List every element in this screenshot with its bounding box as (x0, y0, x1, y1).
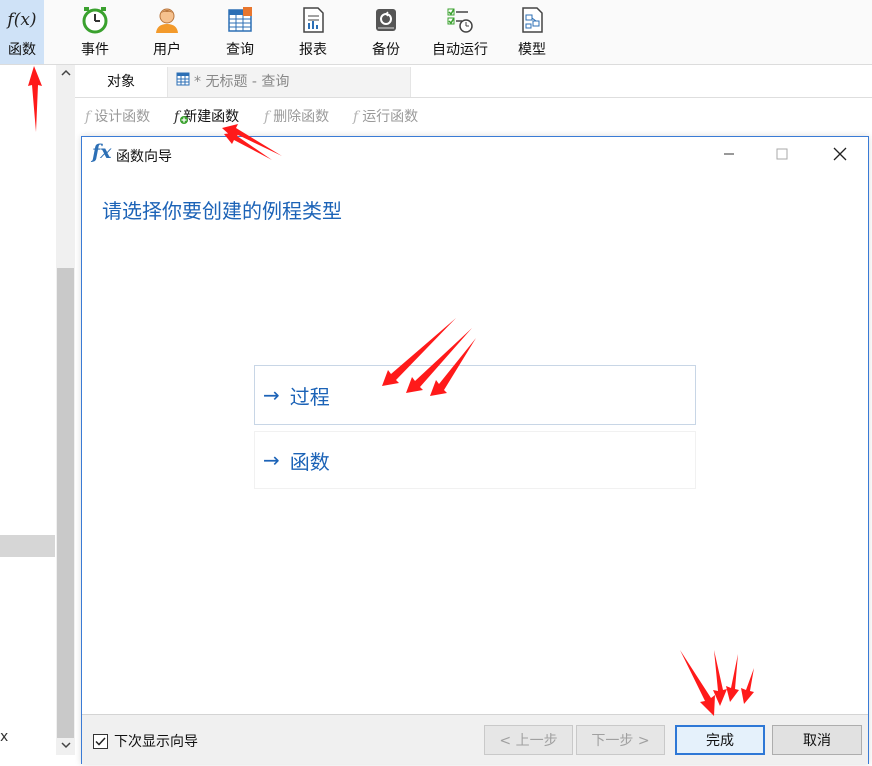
tree-scrollbar[interactable] (56, 65, 75, 755)
tab-objects[interactable]: 对象 (75, 67, 167, 97)
auto-run-icon (445, 5, 475, 35)
maximize-icon (776, 148, 788, 160)
scroll-up-icon[interactable] (56, 65, 75, 83)
clock-icon (80, 5, 110, 35)
ribbon-label-query: 查询 (226, 42, 254, 58)
ribbon-label-event: 事件 (81, 42, 109, 58)
tab-untitled-query[interactable]: * 无标题 - 查询 (167, 67, 411, 97)
ribbon-label-report: 报表 (299, 42, 327, 58)
arrow-right-icon: → (263, 383, 280, 407)
function-wizard-dialog: fx 函数向导 请选择你要创建的例程类型 → 过程 → 函数 下次显示向导 < … (81, 136, 869, 764)
run-function-label: 运行函数 (362, 109, 419, 125)
wizard-heading: 请选择你要创建的例程类型 (102, 199, 342, 223)
option-procedure[interactable]: → 过程 (254, 365, 696, 425)
tree-selected-row[interactable] (0, 535, 55, 557)
ribbon-user-button[interactable]: 用户 (145, 0, 189, 64)
function-toolbar: f 设计函数 f 新建函数 f 删除函数 f 运行函数 (75, 100, 872, 134)
maximize-button[interactable] (759, 137, 805, 171)
model-icon (517, 5, 547, 35)
design-function-icon: f (85, 109, 91, 125)
ribbon-label-auto-run: 自动运行 (432, 42, 488, 58)
new-function-icon: f (174, 107, 188, 127)
ribbon-event-button[interactable]: 事件 (72, 0, 118, 64)
ribbon-toolbar: f(x) 函数 事件 用户 查询 报表 备份 自动运行 模型 (0, 0, 872, 65)
ribbon-function-button[interactable]: f(x) 函数 (0, 0, 44, 64)
show-wizard-label: 下次显示向导 (114, 734, 198, 750)
run-function-button[interactable]: f 运行函数 (353, 107, 418, 127)
delete-function-icon: f (264, 109, 270, 125)
design-function-button[interactable]: f 设计函数 (85, 107, 150, 127)
ribbon-backup-button[interactable]: 备份 (364, 0, 408, 64)
delete-function-button[interactable]: f 删除函数 (264, 107, 329, 127)
ribbon-label-backup: 备份 (372, 42, 400, 58)
checkbox-checked-icon[interactable] (93, 733, 108, 749)
user-icon (152, 5, 182, 35)
option-function-label: 函数 (289, 449, 330, 474)
minimize-button[interactable] (706, 137, 752, 171)
ribbon-report-button[interactable]: 报表 (291, 0, 335, 64)
arrow-right-icon: → (263, 448, 280, 472)
fx-icon: fx (92, 141, 112, 163)
query-table-icon (176, 67, 190, 97)
ribbon-query-button[interactable]: 查询 (218, 0, 262, 64)
ribbon-auto-run-button[interactable]: 自动运行 (428, 0, 492, 64)
backup-icon (371, 5, 401, 35)
ribbon-model-button[interactable]: 模型 (510, 0, 554, 64)
next-step-button[interactable]: 下一步 > (576, 725, 665, 755)
scroll-down-icon[interactable] (56, 737, 75, 755)
new-function-label: 新建函数 (183, 109, 240, 125)
object-tree-pane: x (0, 65, 56, 766)
new-function-button[interactable]: f 新建函数 (174, 107, 239, 127)
minimize-icon (724, 153, 734, 155)
report-icon (298, 5, 328, 35)
tree-partial-text: x (0, 729, 9, 745)
finish-button[interactable]: 完成 (675, 725, 765, 755)
query-table-icon (225, 5, 255, 35)
design-function-label: 设计函数 (94, 109, 151, 125)
option-procedure-label: 过程 (289, 384, 330, 409)
close-icon (833, 147, 847, 161)
dialog-titlebar[interactable]: fx 函数向导 (82, 137, 868, 171)
scrollbar-thumb[interactable] (57, 268, 74, 738)
ribbon-label-model: 模型 (518, 42, 546, 58)
dialog-title: 函数向导 (116, 149, 172, 165)
cancel-button[interactable]: 取消 (772, 725, 862, 755)
function-icon: f(x) (7, 10, 37, 30)
show-wizard-checkbox[interactable]: 下次显示向导 (93, 731, 198, 751)
close-button[interactable] (817, 137, 863, 171)
option-function[interactable]: → 函数 (254, 431, 696, 489)
run-function-icon: f (353, 109, 359, 125)
ribbon-label-user: 用户 (153, 42, 181, 58)
ribbon-label-function: 函数 (8, 42, 36, 58)
dialog-footer: 下次显示向导 < 上一步 下一步 > 完成 取消 (82, 714, 868, 764)
tab-bar: 对象 * 无标题 - 查询 (75, 65, 872, 98)
delete-function-label: 删除函数 (273, 109, 330, 125)
previous-step-button[interactable]: < 上一步 (484, 725, 573, 755)
tab-query-label: * 无标题 - 查询 (194, 74, 290, 90)
